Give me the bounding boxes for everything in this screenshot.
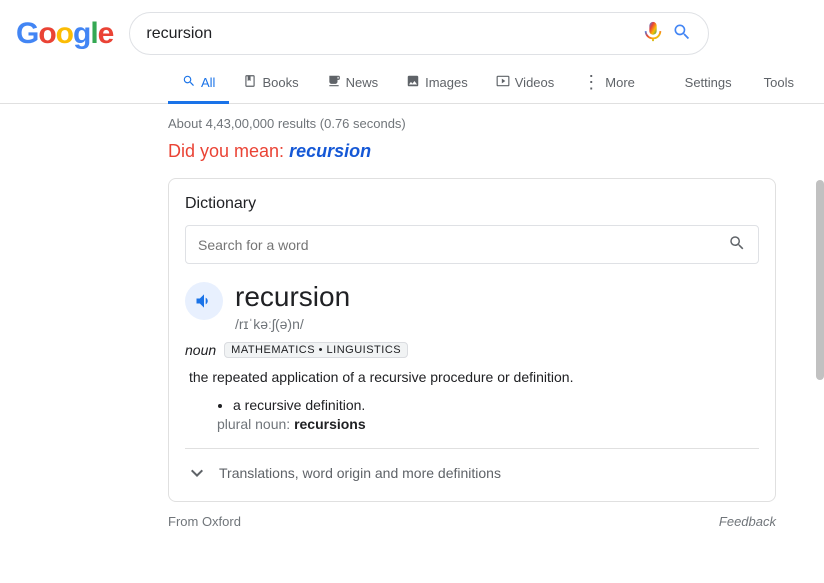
did-you-mean: Did you mean: recursion <box>168 141 776 162</box>
feedback-link[interactable]: Feedback <box>719 514 776 529</box>
plural-label: plural noun: <box>217 416 290 432</box>
main-definition: the repeated application of a recursive … <box>189 366 759 388</box>
tab-images-label: Images <box>425 75 468 90</box>
tabs-right: Settings Tools <box>671 65 824 102</box>
tab-news-label: News <box>346 75 379 90</box>
word-phonetic: /rɪˈkəːʃ(ə)n/ <box>235 316 759 332</box>
header: Google <box>0 0 824 55</box>
logo-letter-l: l <box>90 17 97 50</box>
tab-all-label: All <box>201 75 215 90</box>
news-tab-icon <box>327 74 341 91</box>
tab-all[interactable]: All <box>168 64 229 104</box>
search-submit-icon[interactable] <box>672 22 692 45</box>
tab-videos-label: Videos <box>515 75 555 90</box>
tab-videos[interactable]: Videos <box>482 64 569 104</box>
tab-more[interactable]: ⋮ More <box>568 63 649 104</box>
tab-more-label: More <box>605 75 635 90</box>
logo-letter-g: G <box>16 17 38 50</box>
did-you-mean-link[interactable]: recursion <box>289 141 371 161</box>
did-you-mean-word: recursion <box>289 141 371 161</box>
results-count: About 4,43,00,000 results (0.76 seconds) <box>168 116 776 131</box>
pos-label: noun <box>185 342 216 358</box>
dictionary-title: Dictionary <box>185 195 759 213</box>
dictionary-search-input[interactable] <box>198 237 728 253</box>
dictionary-search-bar <box>185 225 759 264</box>
logo-letter-o2: o <box>56 17 73 50</box>
more-definitions-toggle[interactable]: Translations, word origin and more defin… <box>185 448 759 485</box>
tab-books[interactable]: Books <box>229 64 312 104</box>
settings-label: Settings <box>685 75 732 90</box>
speaker-button[interactable] <box>185 282 223 320</box>
tab-news[interactable]: News <box>313 64 393 104</box>
tools-link[interactable]: Tools <box>750 65 808 103</box>
source-label: From Oxford <box>168 514 241 529</box>
dict-footer: From Oxford Feedback <box>168 510 776 533</box>
word-title: recursion <box>235 280 759 314</box>
sub-definition-item: a recursive definition. <box>233 394 759 416</box>
word-info: recursion /rɪˈkəːʃ(ə)n/ <box>235 280 759 332</box>
images-tab-icon <box>406 74 420 91</box>
tab-books-label: Books <box>262 75 298 90</box>
search-input[interactable] <box>146 25 632 43</box>
dictionary-card: Dictionary recursion /rɪˈkəːʃ(ə)n/ noun … <box>168 178 776 502</box>
google-logo[interactable]: Google <box>16 17 113 51</box>
scrollbar[interactable] <box>816 180 824 380</box>
logo-letter-g2: g <box>73 17 90 50</box>
did-you-mean-prefix: Did you mean: <box>168 141 284 161</box>
plural-note: plural noun: recursions <box>217 416 759 432</box>
definition-block: the repeated application of a recursive … <box>185 366 759 433</box>
word-entry: recursion /rɪˈkəːʃ(ə)n/ <box>185 280 759 332</box>
more-definitions-label: Translations, word origin and more defin… <box>219 465 501 481</box>
settings-link[interactable]: Settings <box>671 65 746 103</box>
chevron-down-icon <box>185 461 209 485</box>
pos-badge: MATHEMATICS • LINGUISTICS <box>224 342 408 358</box>
main-content: About 4,43,00,000 results (0.76 seconds)… <box>0 104 800 545</box>
more-tab-icon: ⋮ <box>582 73 600 91</box>
search-icons <box>642 21 692 46</box>
microphone-icon[interactable] <box>642 21 664 46</box>
books-tab-icon <box>243 74 257 91</box>
logo-letter-o1: o <box>38 17 55 50</box>
dictionary-search-button[interactable] <box>728 234 746 255</box>
tab-images[interactable]: Images <box>392 64 482 104</box>
all-tab-icon <box>182 74 196 91</box>
sub-definition-block: a recursive definition. plural noun: rec… <box>205 394 759 432</box>
search-bar <box>129 12 709 55</box>
pos-line: noun MATHEMATICS • LINGUISTICS <box>185 342 759 358</box>
videos-tab-icon <box>496 74 510 91</box>
logo-letter-e: e <box>98 17 114 50</box>
tabs-nav: All Books News Images Videos ⋮ More Sett… <box>0 59 824 104</box>
plural-word: recursions <box>294 416 366 432</box>
tools-label: Tools <box>764 75 794 90</box>
